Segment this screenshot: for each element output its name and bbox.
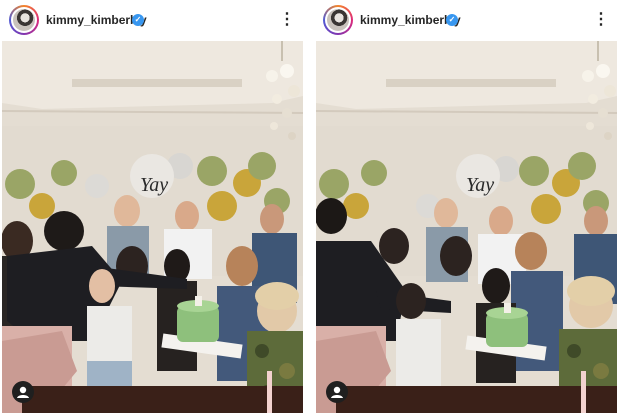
user-tag-icon[interactable]	[12, 381, 34, 403]
post-header: kimmy_kimberley ✓ ⋮	[316, 0, 617, 41]
balloon-text: Yay	[466, 174, 494, 196]
instagram-post-left: kimmy_kimberley ✓ ⋮ Yay	[2, 0, 303, 413]
user-tag-icon[interactable]	[326, 381, 348, 403]
profile-avatar[interactable]	[9, 5, 39, 35]
profile-avatar[interactable]	[323, 5, 353, 35]
balloon-text: Yay	[140, 174, 168, 196]
verified-badge-icon: ✓	[132, 14, 144, 26]
verified-badge-icon: ✓	[446, 14, 458, 26]
more-options-icon[interactable]: ⋮	[593, 9, 609, 31]
post-photo[interactable]: Yay	[316, 41, 617, 413]
more-options-icon[interactable]: ⋮	[279, 9, 295, 31]
instagram-post-right: kimmy_kimberley ✓ ⋮ Yay	[316, 0, 617, 413]
post-photo[interactable]: Yay	[2, 41, 303, 413]
post-header: kimmy_kimberley ✓ ⋮	[2, 0, 303, 41]
